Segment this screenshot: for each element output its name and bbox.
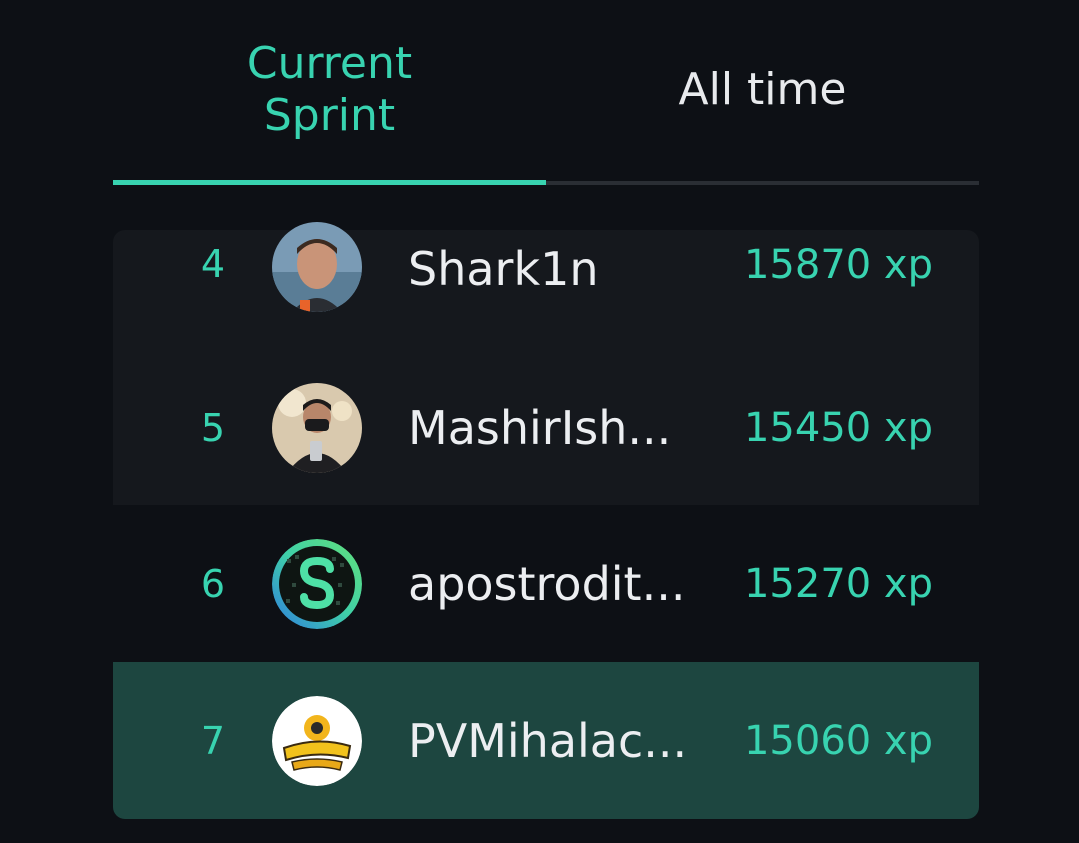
player-name: PVMihalac... bbox=[408, 713, 688, 768]
avatar bbox=[272, 222, 362, 312]
avatar bbox=[272, 695, 362, 786]
leaderboard-list: 4 Shark1n 15870 xp 5 MashirIsh... 15450 … bbox=[113, 222, 979, 819]
tab-all-time[interactable]: All time bbox=[546, 0, 979, 180]
leaderboard-tabs: Current Sprint All time bbox=[113, 0, 979, 186]
leaderboard-row[interactable]: 5 MashirIsh... 15450 xp bbox=[113, 350, 979, 505]
active-tab-indicator bbox=[113, 180, 546, 185]
player-xp: 15060 xp bbox=[743, 717, 933, 764]
tab-current-sprint-line2: Sprint bbox=[263, 90, 396, 141]
player-xp: 15270 xp bbox=[743, 560, 933, 607]
leaderboard-row-current-user[interactable]: 7 PVMihalac... 15060 xp bbox=[113, 662, 979, 819]
tab-all-time-label: All time bbox=[678, 64, 847, 115]
rank-number: 5 bbox=[200, 405, 226, 450]
tab-current-sprint-line1: Current bbox=[246, 38, 413, 89]
tab-current-sprint[interactable]: Current Sprint bbox=[113, 0, 546, 180]
player-name: Shark1n bbox=[408, 242, 599, 296]
avatar bbox=[272, 538, 362, 629]
player-xp: 15870 xp bbox=[743, 242, 933, 288]
player-name: MashirIsh... bbox=[408, 400, 672, 455]
rank-number: 7 bbox=[200, 718, 226, 763]
tab-track bbox=[546, 181, 979, 185]
avatar bbox=[272, 382, 362, 473]
rank-number: 6 bbox=[200, 561, 226, 606]
leaderboard-row[interactable]: 6 apostrodit... 15270 xp bbox=[113, 505, 979, 662]
rank-number: 4 bbox=[200, 242, 226, 286]
leaderboard-row[interactable]: 4 Shark1n 15870 xp bbox=[113, 222, 979, 350]
player-xp: 15450 xp bbox=[743, 404, 933, 451]
player-name: apostrodit... bbox=[408, 556, 686, 611]
